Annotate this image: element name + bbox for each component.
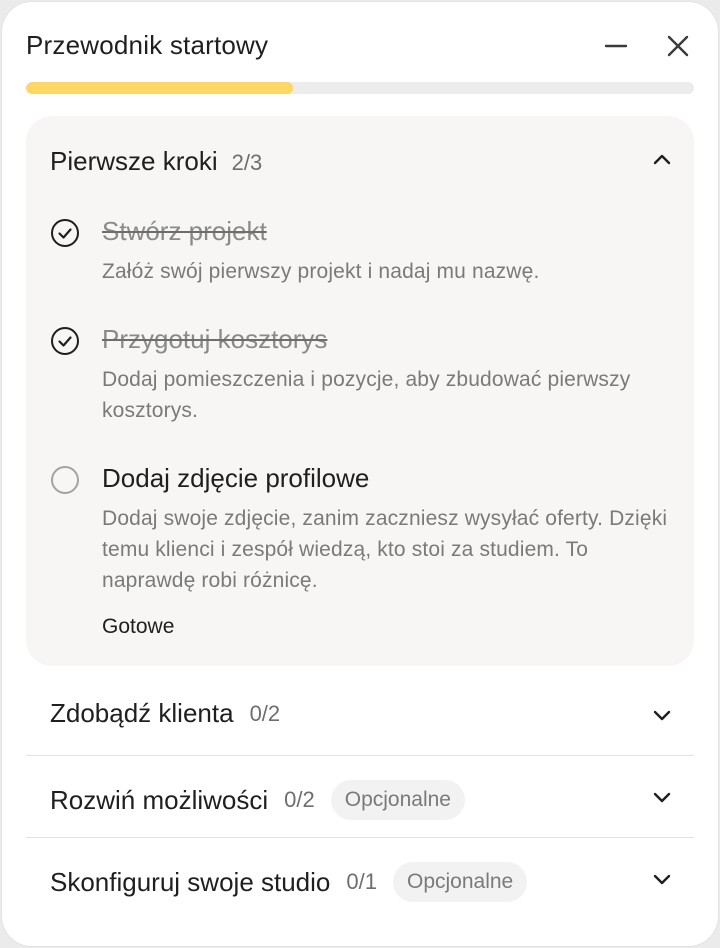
progress-bar: [26, 82, 694, 94]
section-title: Rozwiń możliwości 0/2 Opcjonalne: [50, 780, 465, 820]
section-first-steps: Pierwsze kroki 2/3 Stwórz projekt Załóż s…: [26, 116, 694, 666]
step-title: Przygotuj kosztorys: [102, 324, 328, 354]
empty-circle-icon[interactable]: [50, 465, 80, 495]
progress-bar-fill: [26, 82, 294, 94]
panel-header: Przewodnik startowy: [26, 28, 694, 68]
section-configure-studio[interactable]: Skonfiguruj swoje studio 0/1 Opcjonalne: [26, 838, 694, 920]
section-get-client[interactable]: Zdobądź klienta 0/2: [26, 674, 694, 756]
optional-badge: Opcjonalne: [392, 862, 528, 902]
close-icon: [667, 35, 689, 57]
section-title-text: Zdobądź klienta: [50, 698, 234, 728]
optional-badge: Opcjonalne: [330, 780, 465, 820]
chevron-down-icon: [653, 792, 671, 803]
check-circle-icon: [51, 327, 79, 355]
step-description: Załóż swój pierwszy projekt i nadaj mu n…: [102, 260, 540, 283]
close-button[interactable]: [660, 28, 696, 64]
step-item[interactable]: Stwórz projekt Załóż swój pierwszy proje…: [50, 216, 670, 296]
section-first-steps-header[interactable]: Pierwsze kroki 2/3: [50, 140, 674, 180]
step-description: Dodaj swoje zdjęcie, zanim zaczniesz wys…: [102, 507, 668, 592]
step-description: Dodaj pomieszczenia i pozycje, aby zbudo…: [102, 368, 631, 422]
step-item[interactable]: Przygotuj kosztorys Dodaj pomieszczenia …: [50, 324, 670, 434]
panel-title: Przewodnik startowy: [26, 30, 269, 60]
chevron-up-icon: [653, 154, 671, 165]
section-title-text: Pierwsze kroki: [50, 146, 218, 176]
section-expand-capabilities[interactable]: Rozwiń możliwości 0/2 Opcjonalne: [26, 756, 694, 838]
chevron-down-icon: [653, 710, 671, 721]
step-title: Dodaj zdjęcie profilowe: [102, 463, 370, 493]
minimize-button[interactable]: [598, 28, 634, 64]
section-progress-count: 0/2: [284, 787, 315, 812]
chevron-down-icon: [653, 874, 671, 885]
section-progress-count: 0/2: [249, 700, 281, 726]
section-title: Zdobądź klienta 0/2: [50, 698, 280, 729]
onboarding-guide-panel: Przewodnik startowy Pierwsze kroki 2/3 S…: [2, 2, 718, 946]
section-title: Skonfiguruj swoje studio 0/1 Opcjonalne: [50, 862, 528, 902]
step-item-active: Dodaj zdjęcie profilowe Dodaj swoje zdję…: [50, 463, 670, 643]
check-circle-icon: [51, 219, 79, 247]
section-title-text: Skonfiguruj swoje studio: [50, 866, 331, 897]
section-progress-count: 2/3: [231, 150, 263, 175]
minus-icon: [604, 44, 628, 48]
step-title: Stwórz projekt: [102, 216, 267, 246]
section-title: Pierwsze kroki 2/3: [50, 146, 262, 177]
section-title-text: Rozwiń możliwości: [50, 784, 269, 815]
section-progress-count: 0/1: [346, 869, 377, 894]
done-button[interactable]: Gotowe: [102, 615, 174, 639]
